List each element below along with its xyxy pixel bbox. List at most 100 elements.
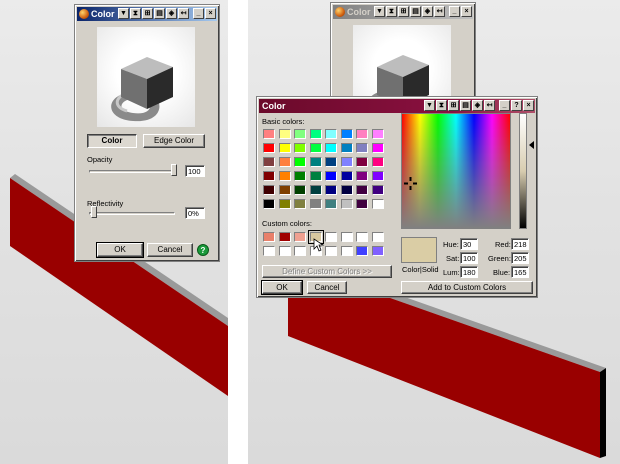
basic-color-swatch[interactable] — [340, 199, 353, 209]
custom-color-swatch[interactable] — [325, 246, 337, 256]
define-custom-colors-button[interactable]: Define Custom Colors >> — [262, 265, 392, 278]
picker-cancel-button[interactable]: Cancel — [307, 281, 347, 294]
custom-color-swatch[interactable] — [325, 232, 337, 242]
snapshot-icon[interactable]: ◈ — [472, 100, 483, 111]
opacity-slider-track[interactable] — [89, 170, 175, 173]
basic-color-swatch[interactable] — [294, 129, 306, 139]
custom-color-swatch[interactable] — [263, 246, 275, 256]
panel-icon[interactable]: ▤ — [460, 100, 471, 111]
basic-color-swatch[interactable] — [371, 143, 384, 153]
custom-color-swatch[interactable] — [340, 246, 353, 256]
help-icon[interactable]: ? — [511, 100, 522, 111]
basic-color-swatch[interactable] — [371, 171, 384, 181]
snapshot-icon[interactable]: ◈ — [166, 8, 177, 19]
menu-icon[interactable]: ▼ — [374, 6, 385, 17]
custom-color-swatch[interactable] — [278, 232, 291, 242]
ok-button[interactable]: OK — [96, 242, 144, 258]
basic-color-swatch[interactable] — [340, 185, 353, 195]
green-field[interactable]: 205 — [511, 252, 529, 264]
basic-color-swatch[interactable] — [263, 171, 275, 181]
color-button[interactable]: Color — [87, 134, 137, 148]
basic-color-swatch[interactable] — [263, 199, 275, 209]
tile-icon[interactable]: ⊞ — [142, 8, 153, 19]
basic-color-swatch[interactable] — [356, 199, 368, 209]
custom-color-swatch[interactable] — [278, 246, 291, 256]
basic-color-swatch[interactable] — [340, 171, 353, 181]
collapse-icon[interactable]: ⧗ — [130, 8, 141, 19]
basic-color-swatch[interactable] — [356, 143, 368, 153]
back-icon[interactable]: ↤ — [484, 100, 495, 111]
basic-color-swatch[interactable] — [325, 157, 337, 167]
basic-color-swatch[interactable] — [356, 157, 368, 167]
collapse-icon[interactable]: ⧗ — [436, 100, 447, 111]
basic-color-swatch[interactable] — [278, 129, 291, 139]
minimize-icon[interactable]: _ — [193, 8, 204, 19]
back-icon[interactable]: ↤ — [178, 8, 189, 19]
reflectivity-field[interactable]: 0% — [185, 207, 205, 219]
basic-color-swatch[interactable] — [340, 129, 353, 139]
add-to-custom-colors-button[interactable]: Add to Custom Colors — [401, 281, 533, 294]
dialog-title-bar[interactable]: Color ▼ ⧗ ⊞ ▤ ◈ ↤ _ × — [77, 7, 217, 21]
basic-color-swatch[interactable] — [294, 185, 306, 195]
basic-color-swatch[interactable] — [294, 171, 306, 181]
basic-color-swatch[interactable] — [309, 171, 322, 181]
snapshot-icon[interactable]: ◈ — [422, 6, 433, 17]
basic-color-swatch[interactable] — [371, 129, 384, 139]
basic-color-swatch[interactable] — [325, 185, 337, 195]
custom-color-swatch[interactable] — [371, 246, 384, 256]
basic-color-swatch[interactable] — [340, 157, 353, 167]
basic-color-swatch[interactable] — [325, 199, 337, 209]
picker-ok-button[interactable]: OK — [261, 280, 303, 295]
tile-icon[interactable]: ⊞ — [398, 6, 409, 17]
hue-field[interactable]: 30 — [460, 238, 478, 250]
reflectivity-slider-track[interactable] — [89, 212, 175, 215]
basic-color-swatch[interactable] — [356, 129, 368, 139]
basic-color-swatch[interactable] — [278, 157, 291, 167]
collapse-icon[interactable]: ⧗ — [386, 6, 397, 17]
minimize-icon[interactable]: _ — [449, 6, 460, 17]
custom-color-swatch[interactable] — [356, 246, 368, 256]
lum-field[interactable]: 180 — [460, 266, 478, 278]
cancel-button[interactable]: Cancel — [147, 243, 193, 257]
minimize-icon[interactable]: _ — [499, 100, 510, 111]
dialog-title-bar[interactable]: Color ▼ ⧗ ⊞ ▤ ◈ ↤ _ × — [333, 5, 473, 19]
basic-color-swatch[interactable] — [340, 143, 353, 153]
custom-color-swatch[interactable] — [294, 232, 306, 242]
close-icon[interactable]: × — [461, 6, 472, 17]
help-icon[interactable]: ? — [197, 244, 209, 256]
opacity-slider-thumb[interactable] — [171, 164, 177, 176]
basic-color-swatch[interactable] — [278, 185, 291, 195]
basic-color-swatch[interactable] — [371, 199, 384, 209]
sat-field[interactable]: 100 — [460, 252, 478, 264]
basic-color-swatch[interactable] — [371, 157, 384, 167]
edge-color-button[interactable]: Edge Color — [143, 134, 205, 148]
close-icon[interactable]: × — [205, 8, 216, 19]
basic-color-swatch[interactable] — [263, 129, 275, 139]
basic-color-swatch[interactable] — [371, 185, 384, 195]
opacity-field[interactable]: 100 — [185, 165, 205, 177]
basic-color-swatch[interactable] — [294, 157, 306, 167]
basic-color-swatch[interactable] — [278, 199, 291, 209]
panel-icon[interactable]: ▤ — [154, 8, 165, 19]
red-field[interactable]: 218 — [511, 238, 529, 250]
basic-color-swatch[interactable] — [263, 157, 275, 167]
blue-field[interactable]: 165 — [511, 266, 529, 278]
basic-color-swatch[interactable] — [309, 143, 322, 153]
basic-color-swatch[interactable] — [325, 129, 337, 139]
menu-icon[interactable]: ▼ — [118, 8, 129, 19]
basic-color-swatch[interactable] — [309, 129, 322, 139]
panel-icon[interactable]: ▤ — [410, 6, 421, 17]
custom-color-swatch[interactable] — [340, 232, 353, 242]
back-icon[interactable]: ↤ — [434, 6, 445, 17]
basic-color-swatch[interactable] — [325, 171, 337, 181]
basic-color-swatch[interactable] — [309, 199, 322, 209]
basic-color-swatch[interactable] — [263, 143, 275, 153]
luminosity-arrow-icon[interactable] — [529, 141, 534, 149]
close-icon[interactable]: × — [523, 100, 534, 111]
reflectivity-slider-thumb[interactable] — [91, 206, 97, 218]
custom-color-swatch[interactable] — [356, 232, 368, 242]
menu-icon[interactable]: ▼ — [424, 100, 435, 111]
picker-title-bar[interactable]: Color ▼ ⧗ ⊞ ▤ ◈ ↤ _ ? × — [259, 99, 535, 113]
color-spectrum[interactable] — [401, 113, 511, 229]
custom-color-swatch[interactable] — [263, 232, 275, 242]
